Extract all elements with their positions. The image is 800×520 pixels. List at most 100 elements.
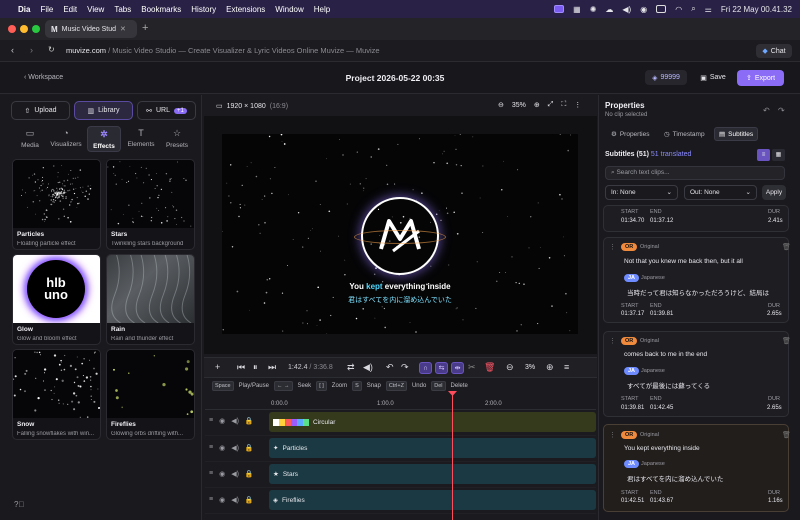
- cut-icon[interactable]: ✂: [468, 362, 476, 373]
- effect-card-snow[interactable]: Snow Falling snowflakes with win...: [12, 349, 101, 440]
- url-button[interactable]: ⚯ URL +1: [137, 101, 196, 120]
- effect-card-fireflies[interactable]: Fireflies Glowing orbs drifting with...: [106, 349, 195, 440]
- audio-icon[interactable]: ◀): [231, 444, 239, 452]
- brightness-icon[interactable]: ✺: [590, 5, 597, 14]
- fit-screen-icon[interactable]: ⤢: [548, 101, 554, 109]
- new-tab-icon[interactable]: +: [142, 22, 148, 34]
- help-icon[interactable]: ?⃝: [14, 500, 24, 509]
- menu-edit[interactable]: Edit: [63, 5, 77, 14]
- end-time[interactable]: 01:37.12: [650, 218, 673, 224]
- lock-icon[interactable]: 🔒: [245, 470, 254, 478]
- back-icon[interactable]: ‹: [11, 45, 14, 55]
- drag-handle-icon[interactable]: ≡: [209, 496, 213, 504]
- menu-clock[interactable]: Fri 22 May 00.41.32: [721, 5, 792, 14]
- grid-icon[interactable]: ▦: [573, 5, 581, 14]
- effect-card-stars[interactable]: Stars Twinkling stars background: [106, 159, 195, 250]
- eye-icon[interactable]: ◉: [219, 496, 225, 504]
- magnet-snap-icon[interactable]: ∩: [419, 362, 432, 374]
- close-tab-icon[interactable]: ✕: [120, 25, 126, 33]
- out-dropdown[interactable]: Out: None ⌄: [684, 185, 757, 200]
- zoom-out-icon[interactable]: ⊖: [498, 101, 504, 109]
- category-visualizers[interactable]: ◔ Visualizers: [49, 126, 83, 152]
- category-media[interactable]: ▭ Media: [13, 126, 47, 152]
- clip-stars[interactable]: ★ Stars: [269, 464, 596, 484]
- ripple-icon[interactable]: ⇆: [435, 362, 448, 374]
- drag-handle-icon[interactable]: ⋮: [609, 337, 616, 345]
- timeline-zoom-out-icon[interactable]: ⊖: [506, 362, 514, 373]
- timeline-menu-icon[interactable]: ≡: [564, 362, 569, 372]
- clip-fireflies[interactable]: ◈ Fireflies: [269, 490, 596, 510]
- end-time[interactable]: 01:42.45: [650, 405, 673, 411]
- clip-circular[interactable]: Circular: [269, 412, 596, 432]
- japanese-text[interactable]: 君はすべてを内に溜め込んでいた: [627, 473, 723, 483]
- original-text[interactable]: You kept everything inside: [624, 445, 700, 452]
- japanese-text[interactable]: すべてが最後には蘇ってくる: [627, 380, 710, 390]
- redo-icon[interactable]: ↷: [401, 362, 409, 373]
- original-text[interactable]: comes back to me in the end: [624, 351, 707, 358]
- menu-window[interactable]: Window: [275, 5, 303, 14]
- skip-forward-icon[interactable]: ⏭: [268, 362, 276, 373]
- close-window-icon[interactable]: [8, 25, 16, 33]
- tab-subtitles[interactable]: ▤ Subtitles: [714, 127, 759, 141]
- reload-icon[interactable]: ↻: [48, 45, 55, 54]
- battery-icon[interactable]: [656, 5, 667, 13]
- record-icon[interactable]: ◉: [640, 5, 647, 14]
- maximize-window-icon[interactable]: [32, 25, 40, 33]
- audio-icon[interactable]: ◀): [231, 496, 239, 504]
- tab-timestamp[interactable]: ◷ Timestamp: [660, 127, 709, 141]
- eye-icon[interactable]: ◉: [219, 444, 225, 452]
- apply-button[interactable]: Apply: [762, 185, 786, 200]
- lock-icon[interactable]: 🔒: [245, 444, 254, 452]
- resolution-indicator[interactable]: ▭ 1920 × 1080 (16:9): [216, 102, 288, 111]
- export-button[interactable]: ⇪ Export: [737, 70, 784, 86]
- playhead[interactable]: [452, 392, 453, 520]
- zoom-in-icon[interactable]: ⊕: [534, 101, 540, 109]
- audio-icon[interactable]: ◀): [231, 417, 239, 425]
- browser-tab[interactable]: M Music Video Stud ✕: [45, 20, 137, 38]
- pause-icon[interactable]: ⏸: [253, 362, 258, 373]
- category-presets[interactable]: ☆ Presets: [160, 126, 194, 152]
- timeline-zoom-in-icon[interactable]: ⊕: [546, 362, 554, 373]
- japanese-text[interactable]: 当時だって君は知らなかっただろうけど、結局は: [627, 287, 769, 297]
- list-view-icon[interactable]: ≡: [757, 149, 770, 161]
- lock-icon[interactable]: 🔒: [245, 417, 254, 425]
- menu-extensions[interactable]: Extensions: [226, 5, 265, 14]
- url-text[interactable]: muvize.com / Music Video Studio — Create…: [66, 46, 380, 55]
- tab-properties[interactable]: ⚙ Properties: [607, 127, 653, 141]
- add-track-icon[interactable]: +: [215, 362, 220, 372]
- redo-icon[interactable]: ↷: [778, 106, 785, 115]
- menu-view[interactable]: View: [87, 5, 104, 14]
- eye-icon[interactable]: ◉: [219, 470, 225, 478]
- drag-handle-icon[interactable]: ⋮: [609, 431, 616, 439]
- in-dropdown[interactable]: In: None ⌄: [605, 185, 678, 200]
- undo-icon[interactable]: ↶: [763, 106, 770, 115]
- menu-file[interactable]: File: [40, 5, 53, 14]
- grid-view-icon[interactable]: ▦: [772, 149, 785, 161]
- upload-button[interactable]: ⇧ Upload: [11, 101, 70, 120]
- original-text[interactable]: Not that you knew me back then, but it a…: [624, 258, 743, 265]
- loop-icon[interactable]: ⇄: [347, 362, 355, 373]
- undo-icon[interactable]: ↶: [386, 362, 394, 373]
- drag-handle-icon[interactable]: ≡: [209, 417, 213, 425]
- end-time[interactable]: 01:43.67: [650, 498, 673, 504]
- drag-handle-icon[interactable]: ⋮: [609, 243, 616, 251]
- lock-icon[interactable]: 🔒: [245, 496, 254, 504]
- skip-back-icon[interactable]: ⏮: [237, 362, 245, 373]
- category-elements[interactable]: T Elements: [124, 126, 158, 152]
- search-icon[interactable]: ⌕: [691, 4, 695, 14]
- menu-bookmarks[interactable]: Bookmarks: [141, 5, 181, 14]
- volume-icon[interactable]: ◀): [622, 5, 631, 14]
- category-effects[interactable]: ✲ Effects: [87, 126, 121, 152]
- credits-badge[interactable]: ◈ 99999: [645, 70, 687, 85]
- audio-icon[interactable]: ◀): [231, 470, 239, 478]
- more-icon[interactable]: ⋮: [574, 101, 581, 109]
- start-time[interactable]: 01:34.70: [621, 218, 644, 224]
- delete-icon[interactable]: 🗑: [782, 337, 791, 345]
- timeline-ruler[interactable]: [205, 398, 596, 410]
- volume-icon[interactable]: ◀): [363, 362, 373, 373]
- wifi-icon[interactable]: ◠: [675, 5, 682, 14]
- eye-icon[interactable]: ◉: [219, 417, 225, 425]
- menu-tabs[interactable]: Tabs: [114, 5, 131, 14]
- control-center-icon[interactable]: ⚌: [705, 5, 712, 14]
- delete-icon[interactable]: 🗑: [484, 362, 495, 373]
